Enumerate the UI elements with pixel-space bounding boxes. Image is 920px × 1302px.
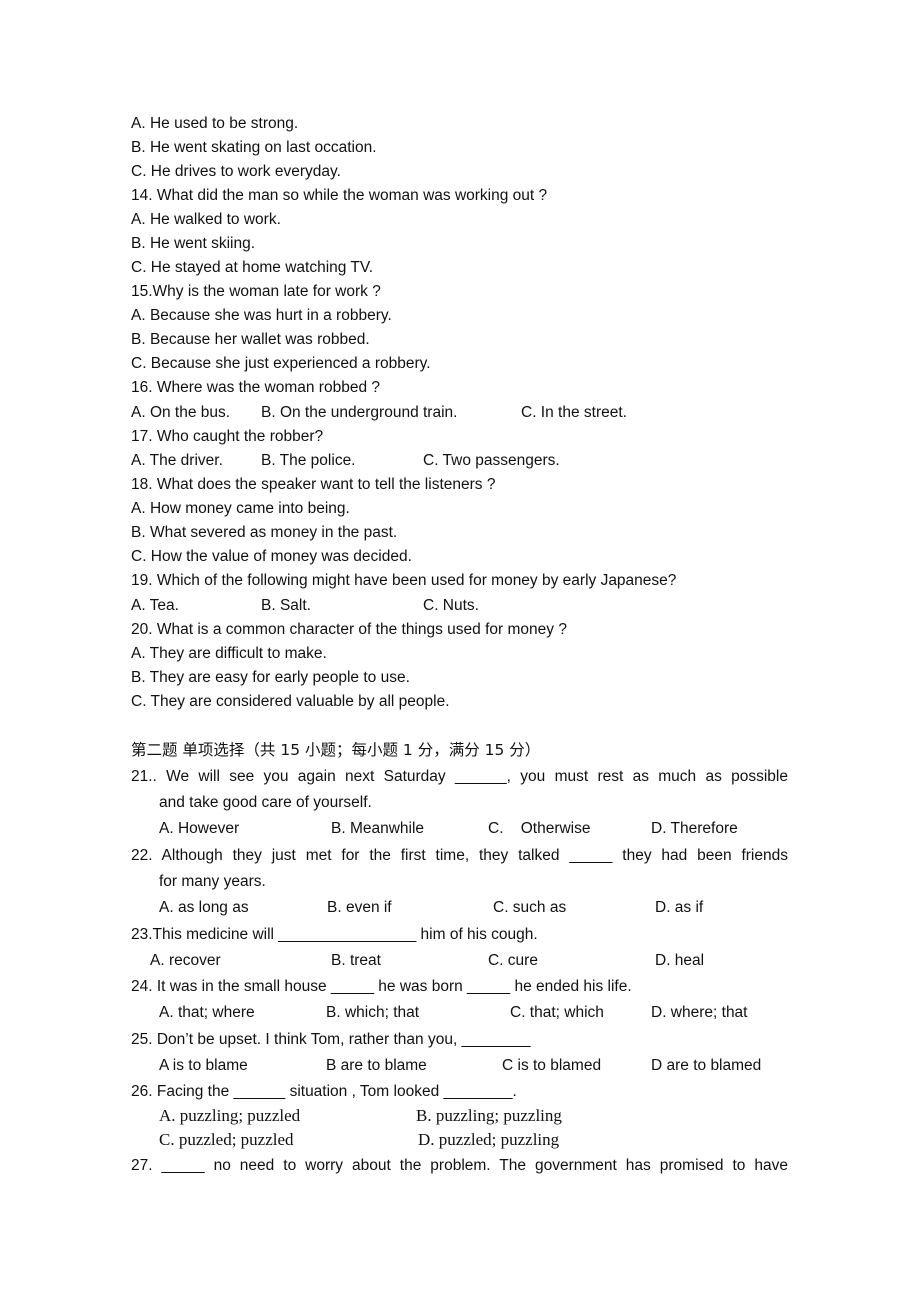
section-heading: 第二题 单项选择（共 15 小题；每小题 1 分，满分 15 分） — [131, 741, 541, 759]
q14-option-b: B. He went skiing. — [131, 235, 256, 252]
q26-option-b: B. puzzling; puzzling — [416, 1106, 562, 1125]
q25-option-c: C is to blamed — [502, 1057, 602, 1074]
q23-option-a: A. recover — [150, 952, 221, 969]
q26-option-c: C. puzzled; puzzled — [159, 1130, 294, 1149]
q15-option-a: A. Because she was hurt in a robbery. — [131, 307, 392, 324]
q25-option-d: D are to blamed — [651, 1057, 762, 1074]
q14-option-c: C. He stayed at home watching TV. — [131, 259, 374, 276]
q27-question: 27. _____ no need to worry about the pro… — [131, 1157, 788, 1174]
q20-question: 20. What is a common character of the th… — [131, 621, 567, 638]
q22-question: 22. Although they just met for the first… — [131, 847, 788, 864]
q13-option-b: B. He went skating on last occation. — [131, 139, 377, 156]
q22-question-cont: for many years. — [159, 873, 266, 890]
q19-option-b: B. Salt. — [261, 597, 311, 614]
q26-question: 26. Facing the ______ situation , Tom lo… — [131, 1083, 517, 1100]
q15-option-b: B. Because her wallet was robbed. — [131, 331, 370, 348]
q23-option-b: B. treat — [331, 952, 381, 969]
q19-option-c: C. Nuts. — [423, 597, 479, 614]
q20-option-c: C. They are considered valuable by all p… — [131, 693, 450, 710]
q24-option-b: B. which; that — [326, 1004, 420, 1021]
q18-question: 18. What does the speaker want to tell t… — [131, 476, 496, 493]
q26-option-a: A. puzzling; puzzled — [159, 1106, 301, 1125]
q15-question: 15.Why is the woman late for work ? — [131, 283, 381, 300]
q19-question: 19. Which of the following might have be… — [131, 572, 677, 589]
q13-option-a: A. He used to be strong. — [131, 115, 299, 132]
q15-option-c: C. Because she just experienced a robber… — [131, 355, 431, 372]
q17-option-c: C. Two passengers. — [423, 452, 560, 469]
exam-page: A. He used to be strong. B. He went skat… — [0, 0, 920, 1302]
q25-option-a: A is to blame — [159, 1057, 248, 1074]
q23-option-c: C. cure — [488, 952, 538, 969]
q19-option-a: A. Tea. — [131, 597, 179, 614]
q25-question: 25. Don’t be upset. I think Tom, rather … — [131, 1031, 531, 1048]
q16-option-c: C. In the street. — [521, 404, 627, 421]
q13-option-c: C. He drives to work everyday. — [131, 163, 341, 180]
q17-question: 17. Who caught the robber? — [131, 428, 324, 445]
q14-option-a: A. He walked to work. — [131, 211, 281, 228]
q25-option-b: B are to blame — [326, 1057, 427, 1074]
q17-option-a: A. The driver. — [131, 452, 223, 469]
q21-question: 21.. We will see you again next Saturday… — [131, 768, 788, 785]
q21-option-a: A. However — [159, 820, 240, 837]
q24-question: 24. It was in the small house _____ he w… — [131, 978, 632, 995]
q21-option-c: C. Otherwise — [488, 820, 591, 837]
q16-option-a: A. On the bus. — [131, 404, 231, 421]
q16-option-b: B. On the underground train. — [261, 404, 458, 421]
q22-option-c: C. such as — [493, 899, 567, 916]
q18-option-a: A. How money came into being. — [131, 500, 350, 517]
q26-option-d: D. puzzled; puzzling — [418, 1130, 560, 1149]
q21-question-cont: and take good care of yourself. — [159, 794, 372, 811]
q24-option-c: C. that; which — [510, 1004, 604, 1021]
q23-question: 23.This medicine will ________________ h… — [131, 926, 538, 943]
q22-option-d: D. as if — [655, 899, 704, 916]
q18-option-b: B. What severed as money in the past. — [131, 524, 398, 541]
q17-option-b: B. The police. — [261, 452, 356, 469]
q14-question: 14. What did the man so while the woman … — [131, 187, 548, 204]
q16-question: 16. Where was the woman robbed ? — [131, 379, 380, 396]
q21-option-d: D. Therefore — [651, 820, 738, 837]
q22-option-a: A. as long as — [159, 899, 249, 916]
q20-option-b: B. They are easy for early people to use… — [131, 669, 410, 686]
q22-option-b: B. even if — [327, 899, 392, 916]
q18-option-c: C. How the value of money was decided. — [131, 548, 412, 565]
q24-option-d: D. where; that — [651, 1004, 748, 1021]
q24-option-a: A. that; where — [159, 1004, 255, 1021]
q21-option-b: B. Meanwhile — [331, 820, 425, 837]
q20-option-a: A. They are difficult to make. — [131, 645, 327, 662]
q23-option-d: D. heal — [655, 952, 705, 969]
